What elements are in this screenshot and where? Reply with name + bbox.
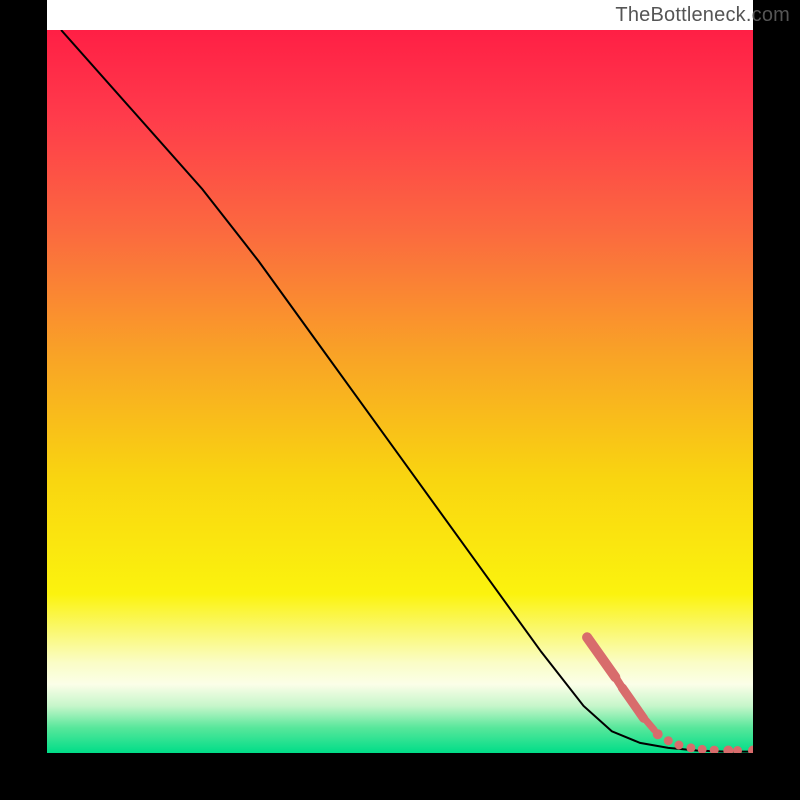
salmon-markers [587, 637, 753, 753]
salmon-dot [674, 741, 683, 750]
salmon-dot [653, 729, 663, 739]
curve-layer [47, 30, 753, 753]
main-curve [61, 30, 753, 752]
salmon-dot [733, 746, 742, 753]
plot-area [47, 30, 753, 753]
salmon-dot [664, 736, 673, 745]
salmon-dot [686, 743, 695, 752]
salmon-dot [748, 746, 753, 754]
chart-stage: TheBottleneck.com [0, 0, 800, 800]
salmon-dot [710, 746, 719, 753]
watermark-text: TheBottleneck.com [615, 4, 790, 27]
salmon-dot [723, 746, 733, 754]
salmon-dot [698, 745, 707, 753]
